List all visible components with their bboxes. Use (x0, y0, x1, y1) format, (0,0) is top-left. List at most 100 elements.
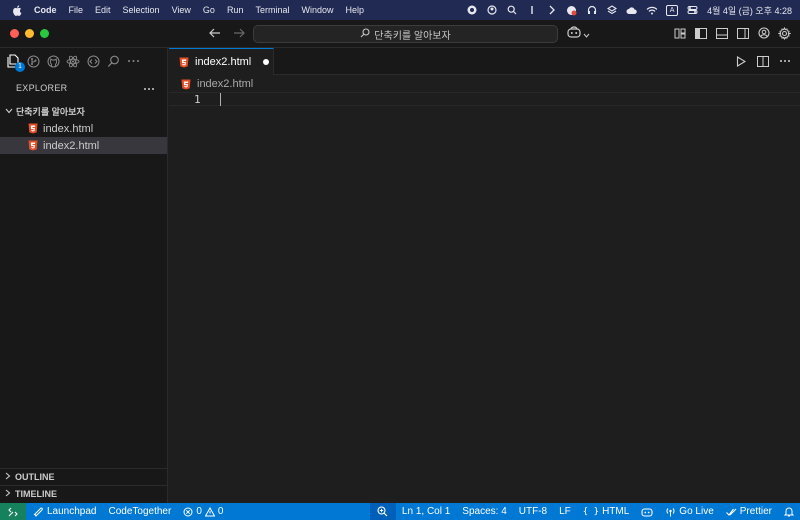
timeline-section[interactable]: TIMELINE (0, 485, 168, 502)
encoding[interactable]: UTF-8 (513, 503, 553, 520)
close-window-button[interactable] (10, 29, 19, 38)
unsaved-dot-icon[interactable] (263, 59, 270, 65)
code-tags-icon[interactable] (86, 54, 100, 68)
react-atom-icon[interactable] (66, 54, 80, 68)
customize-layout-icon[interactable] (672, 25, 687, 41)
prettier-status[interactable]: Prettier (720, 503, 778, 520)
github-icon[interactable] (46, 54, 60, 68)
workspace-folder[interactable]: 단축키를 알아보자 (0, 102, 167, 120)
error-count: 0 (196, 506, 202, 517)
error-icon (183, 507, 193, 516)
end-of-line[interactable]: LF (553, 503, 577, 520)
tab-label: index2.html (195, 56, 252, 68)
braces-icon: { } (582, 506, 600, 517)
go-live-label: Go Live (679, 506, 714, 517)
accounts-icon[interactable] (756, 25, 771, 41)
copilot-icon (641, 507, 653, 517)
title-bar: 단축키를 알아보자 (0, 20, 800, 48)
file-item-index2-html[interactable]: index2.html (0, 137, 167, 154)
chevron-right-icon[interactable] (546, 5, 557, 16)
input-source-icon[interactable]: A (666, 4, 679, 16)
chevron-right-icon (5, 489, 11, 499)
double-check-icon (725, 508, 737, 516)
editor-tab-bar: index2.html (169, 48, 800, 75)
activity-bar: 1 (0, 48, 167, 74)
status-bar: Launchpad CodeTogether 0 0 Ln 1, Col 1 S… (0, 503, 800, 520)
minimize-window-button[interactable] (25, 29, 34, 38)
menu-clock[interactable]: 4월 4일 (금) 오후 4:28 (707, 4, 792, 17)
timeline-section-title: TIMELINE (15, 489, 57, 499)
shield-icon[interactable] (566, 5, 577, 16)
menu-go[interactable]: Go (197, 5, 221, 15)
menu-edit[interactable]: Edit (89, 5, 117, 15)
launchpad-item[interactable]: Launchpad (26, 503, 103, 520)
primary-sidebar: 1 EXPLORER 단축키를 알아보자 index.html index2.h… (0, 48, 168, 503)
line-number: 1 (194, 93, 201, 106)
explorer-more-actions-icon[interactable] (143, 83, 155, 93)
zoom-in-icon (377, 506, 388, 517)
current-line-highlight[interactable] (169, 92, 800, 106)
menu-run[interactable]: Run (221, 5, 250, 15)
copilot-status[interactable] (635, 503, 659, 520)
explorer-badge: 1 (15, 62, 25, 72)
chevron-down-icon (5, 106, 13, 116)
split-editor-icon[interactable] (756, 54, 770, 68)
editor-more-actions-icon[interactable] (778, 54, 792, 68)
source-control-icon[interactable] (26, 54, 40, 68)
explorer-files-icon[interactable]: 1 (6, 54, 25, 72)
apple-icon[interactable] (10, 4, 24, 16)
codetogether-item[interactable]: CodeTogether (103, 503, 178, 520)
wifi-icon[interactable] (646, 5, 658, 16)
go-live-button[interactable]: Go Live (659, 503, 719, 520)
magnifier-icon[interactable] (506, 5, 517, 16)
headphones-icon[interactable] (586, 5, 597, 16)
remote-indicator[interactable] (0, 503, 26, 520)
copilot-button[interactable] (567, 26, 590, 41)
menu-file[interactable]: File (63, 5, 90, 15)
run-play-icon[interactable] (734, 54, 748, 68)
zoom-window-button[interactable] (40, 29, 49, 38)
indentation[interactable]: Spaces: 4 (456, 503, 512, 520)
settings-gear-icon[interactable] (777, 25, 792, 41)
menu-terminal[interactable]: Terminal (249, 5, 295, 15)
search-sidebar-icon[interactable] (106, 54, 120, 68)
forward-arrow-icon[interactable] (232, 26, 246, 40)
text-cursor (220, 93, 221, 106)
back-arrow-icon[interactable] (208, 26, 222, 40)
command-center[interactable]: 단축키를 알아보자 (253, 25, 558, 43)
cursor-position[interactable]: Ln 1, Col 1 (396, 503, 456, 520)
file-name: index2.html (43, 139, 100, 152)
more-views-icon[interactable] (126, 54, 140, 68)
cloud-icon[interactable] (626, 5, 637, 16)
record-icon[interactable] (466, 5, 477, 16)
account-circle-icon[interactable] (486, 5, 497, 16)
problems-item[interactable]: 0 0 (177, 503, 229, 520)
language-mode[interactable]: { } HTML (577, 503, 636, 520)
control-center-icon[interactable] (687, 5, 698, 16)
html5-file-icon (28, 140, 38, 151)
text-cursor-icon[interactable] (526, 5, 537, 16)
outline-section-title: OUTLINE (15, 472, 55, 482)
toggle-secondary-sidebar-icon[interactable] (735, 25, 750, 41)
tab-index2-html[interactable]: index2.html (169, 48, 274, 75)
outline-section[interactable]: OUTLINE (0, 468, 168, 485)
menu-window[interactable]: Window (295, 5, 339, 15)
file-item-index-html[interactable]: index.html (0, 120, 167, 137)
notifications-button[interactable] (778, 503, 800, 520)
menu-view[interactable]: View (166, 5, 197, 15)
zoom-indicator[interactable] (369, 503, 396, 520)
launchpad-label: Launchpad (47, 506, 97, 517)
html5-file-icon (181, 79, 191, 90)
breadcrumb-file: index2.html (197, 78, 254, 90)
breadcrumb[interactable]: index2.html (181, 76, 253, 92)
broadcast-icon (666, 508, 675, 517)
language-label: HTML (602, 506, 630, 517)
remote-icon (8, 507, 18, 516)
toggle-panel-icon[interactable] (714, 25, 729, 41)
layers-icon[interactable] (606, 5, 617, 16)
menu-app-code[interactable]: Code (28, 5, 63, 15)
menu-selection[interactable]: Selection (117, 5, 166, 15)
search-icon (360, 27, 370, 41)
menu-help[interactable]: Help (339, 5, 370, 15)
toggle-primary-sidebar-icon[interactable] (693, 25, 708, 41)
